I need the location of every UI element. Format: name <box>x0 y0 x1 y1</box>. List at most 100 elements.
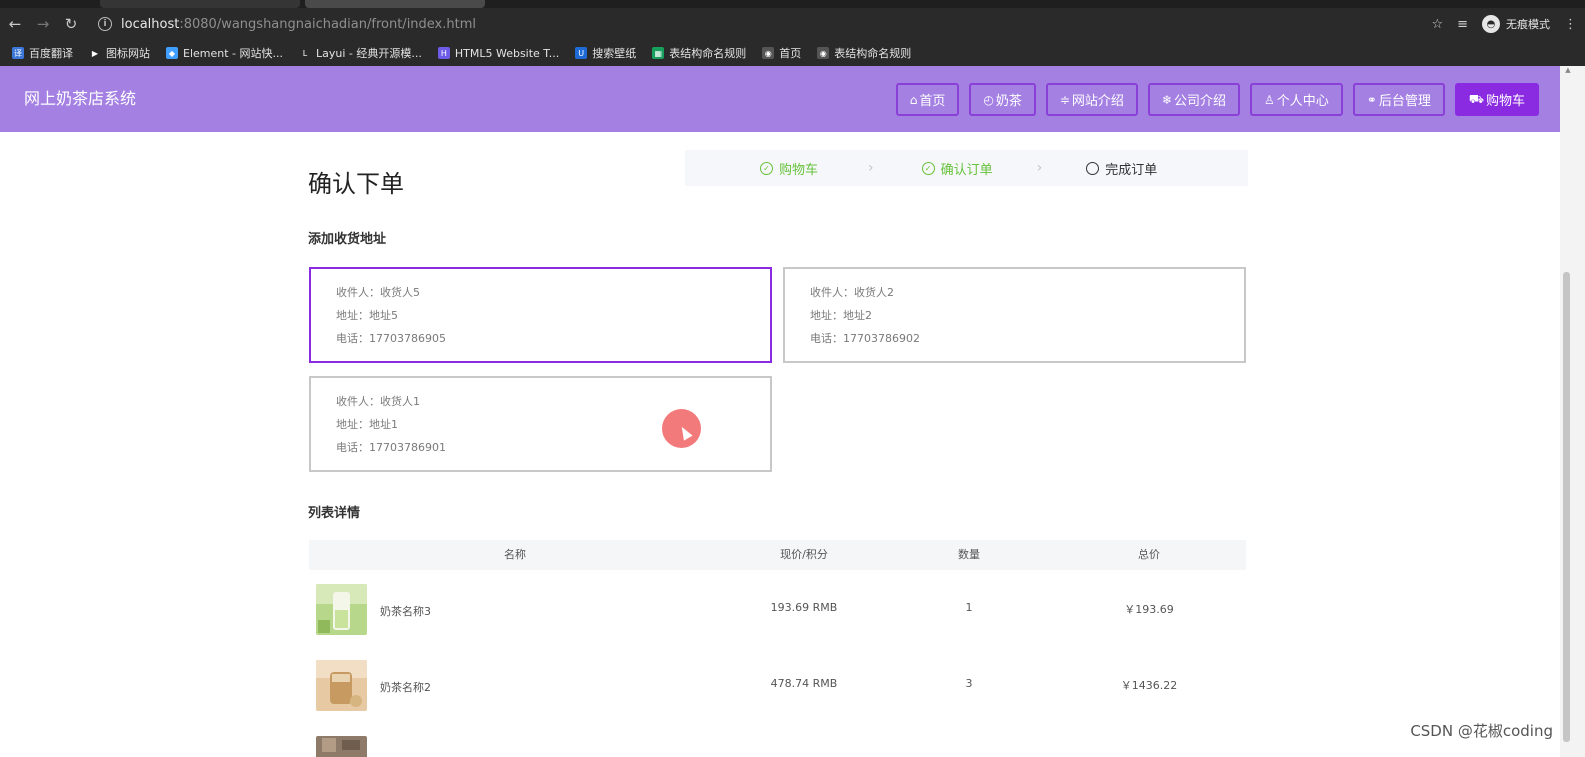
nav-label: 后台管理 <box>1378 94 1431 109</box>
reading-list-icon[interactable]: ≡ <box>1457 17 1468 32</box>
chevron-right-icon: › <box>868 160 874 176</box>
list-section-title: 列表详情 <box>308 506 361 521</box>
bookmark-label: 搜索壁纸 <box>592 47 637 60</box>
browser-address-bar: ← → ↻ i localhost:8080/wangshangnaichadi… <box>0 8 1585 40</box>
nav-milktea-button[interactable]: ◴ 奶茶 <box>969 83 1036 116</box>
star-icon[interactable]: ☆ <box>1431 17 1443 32</box>
incognito-indicator[interactable]: ◓ 无痕模式 <box>1482 15 1550 33</box>
check-circle-icon: ✓ <box>921 161 935 175</box>
scroll-up-icon[interactable]: ▲ <box>1561 66 1575 80</box>
address-card[interactable]: 收件人：收货人5 地址：地址5 电话：17703786905 <box>309 267 772 363</box>
nav-label: 公司介绍 <box>1174 94 1227 109</box>
page-title: 确认下单 <box>308 170 404 198</box>
url-host: localhost <box>121 16 180 32</box>
back-icon[interactable]: ← <box>2 11 28 37</box>
main-nav: ⌂ 首页 ◴ 奶茶 ≑ 网站介绍 ❄ 公司介绍 ♙ 个人中心 ⚭ 后台管理 ⛟ 购物车 <box>895 83 1539 116</box>
nav-label: 购物车 <box>1485 94 1525 109</box>
bookmark-label: 表结构命名规则 <box>834 47 912 60</box>
col-header-price: 现价/积分 <box>780 548 828 561</box>
bookmarks-bar: 译百度翻译 ▶ 图标网站 ◆ Element - 网站快... L Layui - 经典开源… <box>0 40 1585 66</box>
bookmark-item[interactable]: 译百度翻译 <box>6 42 79 64</box>
address-card[interactable]: 收件人：收货人1 地址：地址1 电话：17703786901 <box>309 376 772 472</box>
bookmark-icon: H <box>437 47 450 59</box>
bookmark-item[interactable]: ▦ 表结构命名规则 <box>646 42 752 64</box>
brand-title: 网上奶茶店系统 <box>24 89 137 108</box>
product-qty: 3 <box>965 677 973 690</box>
bookmark-icon: 译 <box>12 47 24 59</box>
bookmark-label: 表结构命名规则 <box>669 47 747 60</box>
user-icon: ♙ <box>1264 92 1275 107</box>
product-price: 478.74 RMB <box>770 677 838 690</box>
nav-home-button[interactable]: ⌂ 首页 <box>895 83 960 116</box>
nav-admin-button[interactable]: ⚭ 后台管理 <box>1352 83 1445 116</box>
circle-icon <box>1086 161 1100 175</box>
table-row: 奶茶名称2 478.74 RMB 3 ￥1436.22 <box>309 648 1246 724</box>
browser-tab-strip <box>0 0 1585 8</box>
bookmark-icon: ◆ <box>166 47 178 59</box>
browser-toolbar-right: ☆ ≡ ◓ 无痕模式 ⋮ <box>1431 8 1577 40</box>
table-row <box>309 724 1246 757</box>
menu-icon[interactable]: ⋮ <box>1564 17 1577 32</box>
bookmark-icon: L <box>299 47 311 59</box>
nav-site-intro-button[interactable]: ≑ 网站介绍 <box>1045 83 1138 116</box>
product-total: ￥1436.22 <box>1120 679 1178 692</box>
snowflake-icon: ❄ <box>1161 92 1172 107</box>
cart-icon: ⛟ <box>1468 91 1484 106</box>
bookmark-icon: ▶ <box>89 47 101 59</box>
url-field[interactable]: i localhost:8080/wangshangnaichadian/fro… <box>98 17 1298 32</box>
nav-label: 个人中心 <box>1276 94 1329 109</box>
product-price: 193.69 RMB <box>770 601 838 614</box>
url-path: :8080/wangshangnaichadian/front/index.ht… <box>179 16 476 32</box>
bookmark-icon: ◉ <box>762 47 775 59</box>
bookmark-item[interactable]: H HTML5 Website T... <box>432 42 565 64</box>
col-header-total: 总价 <box>1138 548 1160 561</box>
watermark: CSDN @花椒coding <box>1410 722 1553 740</box>
product-qty: 1 <box>965 601 973 614</box>
nav-company-intro-button[interactable]: ❄ 公司介绍 <box>1147 83 1241 116</box>
incognito-icon: ◓ <box>1482 15 1500 33</box>
product-image <box>316 660 367 711</box>
bookmark-item[interactable]: U 搜索壁纸 <box>569 42 642 64</box>
step-confirm-order: ✓ 确认订单 <box>921 159 993 178</box>
bookmark-item[interactable]: ◉ 首页 <box>756 42 807 64</box>
bookmark-item[interactable]: ▶ 图标网站 <box>83 42 156 64</box>
incognito-label: 无痕模式 <box>1506 18 1550 31</box>
address-phone: 电话：17703786902 <box>810 332 920 345</box>
address-card[interactable]: 收件人：收货人2 地址：地址2 电话：17703786902 <box>783 267 1246 363</box>
scrollbar-thumb[interactable] <box>1563 272 1570 742</box>
step-label: 购物车 <box>779 162 819 178</box>
bookmark-label: Element - 网站快... <box>183 47 283 60</box>
nav-label: 首页 <box>919 94 946 109</box>
forward-icon[interactable]: → <box>30 11 56 37</box>
address-recipient: 收件人：收货人2 <box>810 286 894 299</box>
bookmark-item[interactable]: L Layui - 经典开源模... <box>293 42 428 64</box>
nav-user-center-button[interactable]: ♙ 个人中心 <box>1250 83 1343 116</box>
step-label: 完成订单 <box>1105 162 1158 178</box>
app-header: 网上奶茶店系统 ⌂ 首页 ◴ 奶茶 ≑ 网站介绍 ❄ 公司介绍 ♙ 个人中心 ⚭ 后台管理 ⛟ 购物车 <box>0 66 1560 132</box>
browser-tab[interactable] <box>100 0 300 8</box>
bookmark-item[interactable]: ◉ 表结构命名规则 <box>811 42 917 64</box>
step-label: 确认订单 <box>940 162 993 178</box>
product-name: 奶茶名称2 <box>380 681 431 694</box>
address-text: 地址：地址2 <box>810 309 872 322</box>
browser-tab-active[interactable] <box>305 0 485 8</box>
nav-label: 奶茶 <box>995 94 1022 109</box>
bookmark-label: Layui - 经典开源模... <box>316 47 422 60</box>
reload-icon[interactable]: ↻ <box>58 11 84 37</box>
product-total: ￥193.69 <box>1124 603 1174 616</box>
bookmark-icon: U <box>575 47 588 59</box>
bookmark-label: HTML5 Website T... <box>454 46 560 60</box>
address-recipient: 收件人：收货人1 <box>336 395 420 408</box>
info-icon[interactable]: i <box>98 17 112 31</box>
product-name: 奶茶名称3 <box>380 605 431 618</box>
col-header-qty: 数量 <box>958 548 980 561</box>
nav-cart-button[interactable]: ⛟ 购物车 <box>1454 83 1539 116</box>
table-row: 奶茶名称3 193.69 RMB 1 ￥193.69 <box>309 572 1246 648</box>
address-text: 地址：地址1 <box>336 418 398 431</box>
address-section-title: 添加收货地址 <box>308 232 387 247</box>
address-phone: 电话：17703786905 <box>336 332 446 345</box>
step-complete-order: 完成订单 <box>1086 159 1157 178</box>
home-icon: ⌂ <box>909 92 918 107</box>
bookmark-item[interactable]: ◆ Element - 网站快... <box>160 42 289 64</box>
product-image <box>316 736 367 757</box>
